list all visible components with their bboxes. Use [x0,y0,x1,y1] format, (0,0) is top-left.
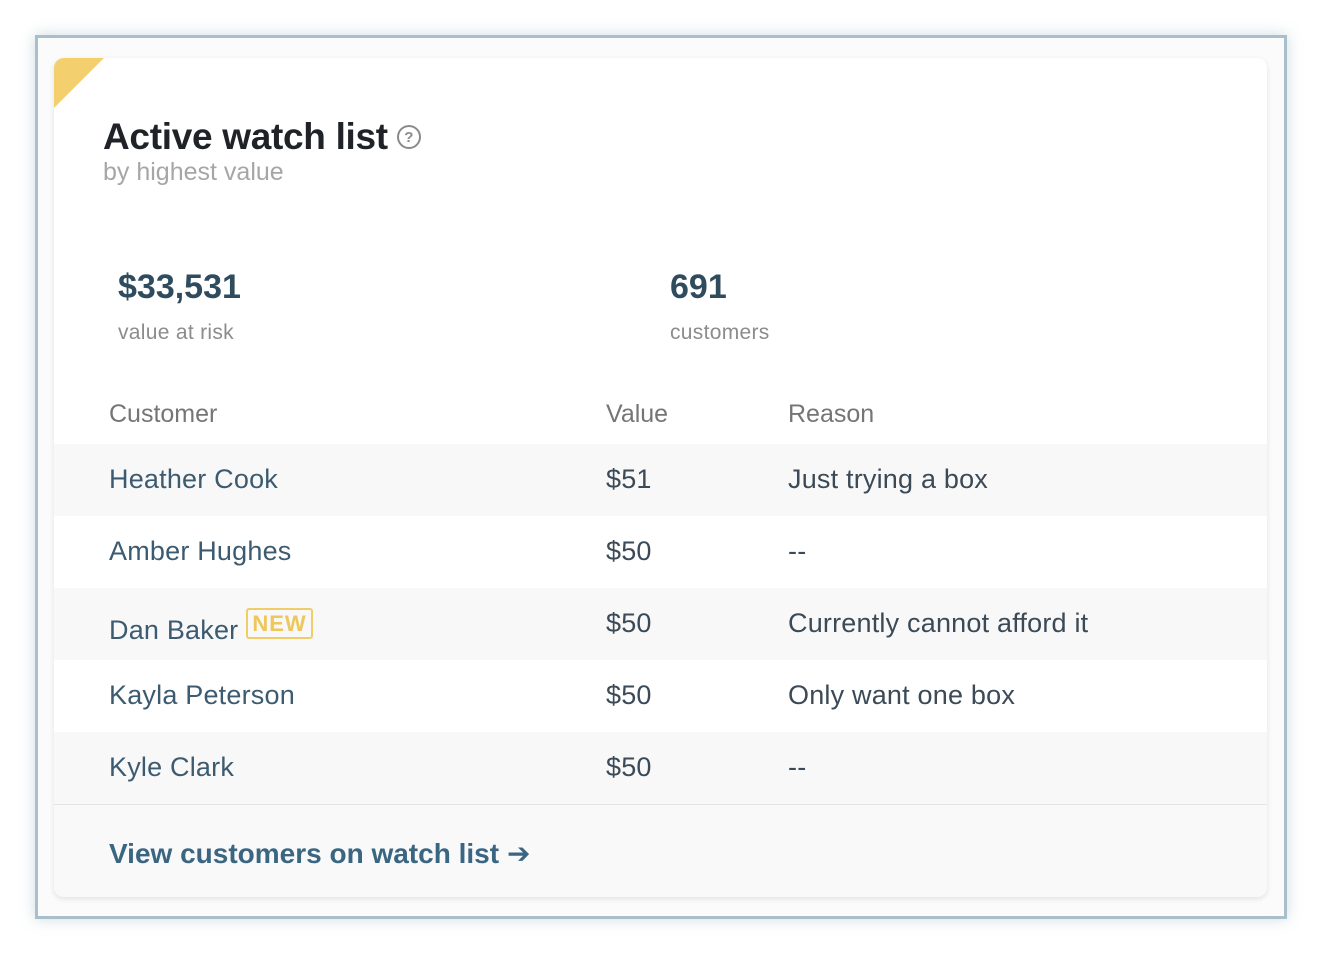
header-reason: Reason [788,400,875,428]
customer-value: $50 [606,680,652,710]
table-row[interactable]: Kyle Clark $50 -- [54,732,1267,804]
table-header: Customer Value Reason [54,388,1267,444]
customer-reason: -- [788,752,807,782]
table-row[interactable]: Amber Hughes $50 -- [54,516,1267,588]
stat-customers: 691 customers [670,268,770,345]
watch-list-card: Active watch list ? by highest value $33… [54,58,1267,897]
customer-value: $50 [606,608,652,638]
customer-reason: Currently cannot afford it [788,608,1089,638]
card-header: Active watch list ? [103,116,421,158]
question-circle-icon[interactable]: ? [396,125,421,149]
card-subtitle: by highest value [103,158,284,186]
view-watch-list-link[interactable]: View customers on watch list ➔ [109,837,531,870]
customer-reason: -- [788,536,807,566]
stat-value: $33,531 [118,268,241,306]
new-badge: NEW [246,608,313,639]
table-row[interactable]: Dan Baker NEW $50 Currently cannot afford… [54,588,1267,660]
card-title: Active watch list [103,116,388,157]
customer-name[interactable]: Heather Cook [109,464,278,495]
customer-name[interactable]: Kayla Peterson [109,680,295,711]
card-footer: View customers on watch list ➔ [54,804,1267,897]
header-value: Value [606,400,669,428]
stat-label: customers [670,321,770,344]
corner-accent [54,58,104,108]
arrow-right-icon: ➔ [507,838,531,869]
table-row[interactable]: Kayla Peterson $50 Only want one box [54,660,1267,732]
stat-label: value at risk [118,321,234,344]
customer-name-cell: Dan Baker NEW [109,608,313,646]
customer-value: $51 [606,464,652,494]
customer-value: $50 [606,536,652,566]
customer-name[interactable]: Amber Hughes [109,536,292,567]
header-customer: Customer [109,400,218,428]
customer-name[interactable]: Kyle Clark [109,752,234,783]
view-watch-list-label: View customers on watch list [109,838,500,869]
watch-list-table: Customer Value Reason Heather Cook $51 J… [54,388,1267,804]
customer-reason: Just trying a box [788,464,988,494]
stat-value-at-risk: $33,531 value at risk [118,268,241,345]
stat-value: 691 [670,268,727,306]
customer-reason: Only want one box [788,680,1016,710]
customer-value: $50 [606,752,652,782]
table-row[interactable]: Heather Cook $51 Just trying a box [54,444,1267,516]
customer-name[interactable]: Dan Baker [109,615,238,645]
